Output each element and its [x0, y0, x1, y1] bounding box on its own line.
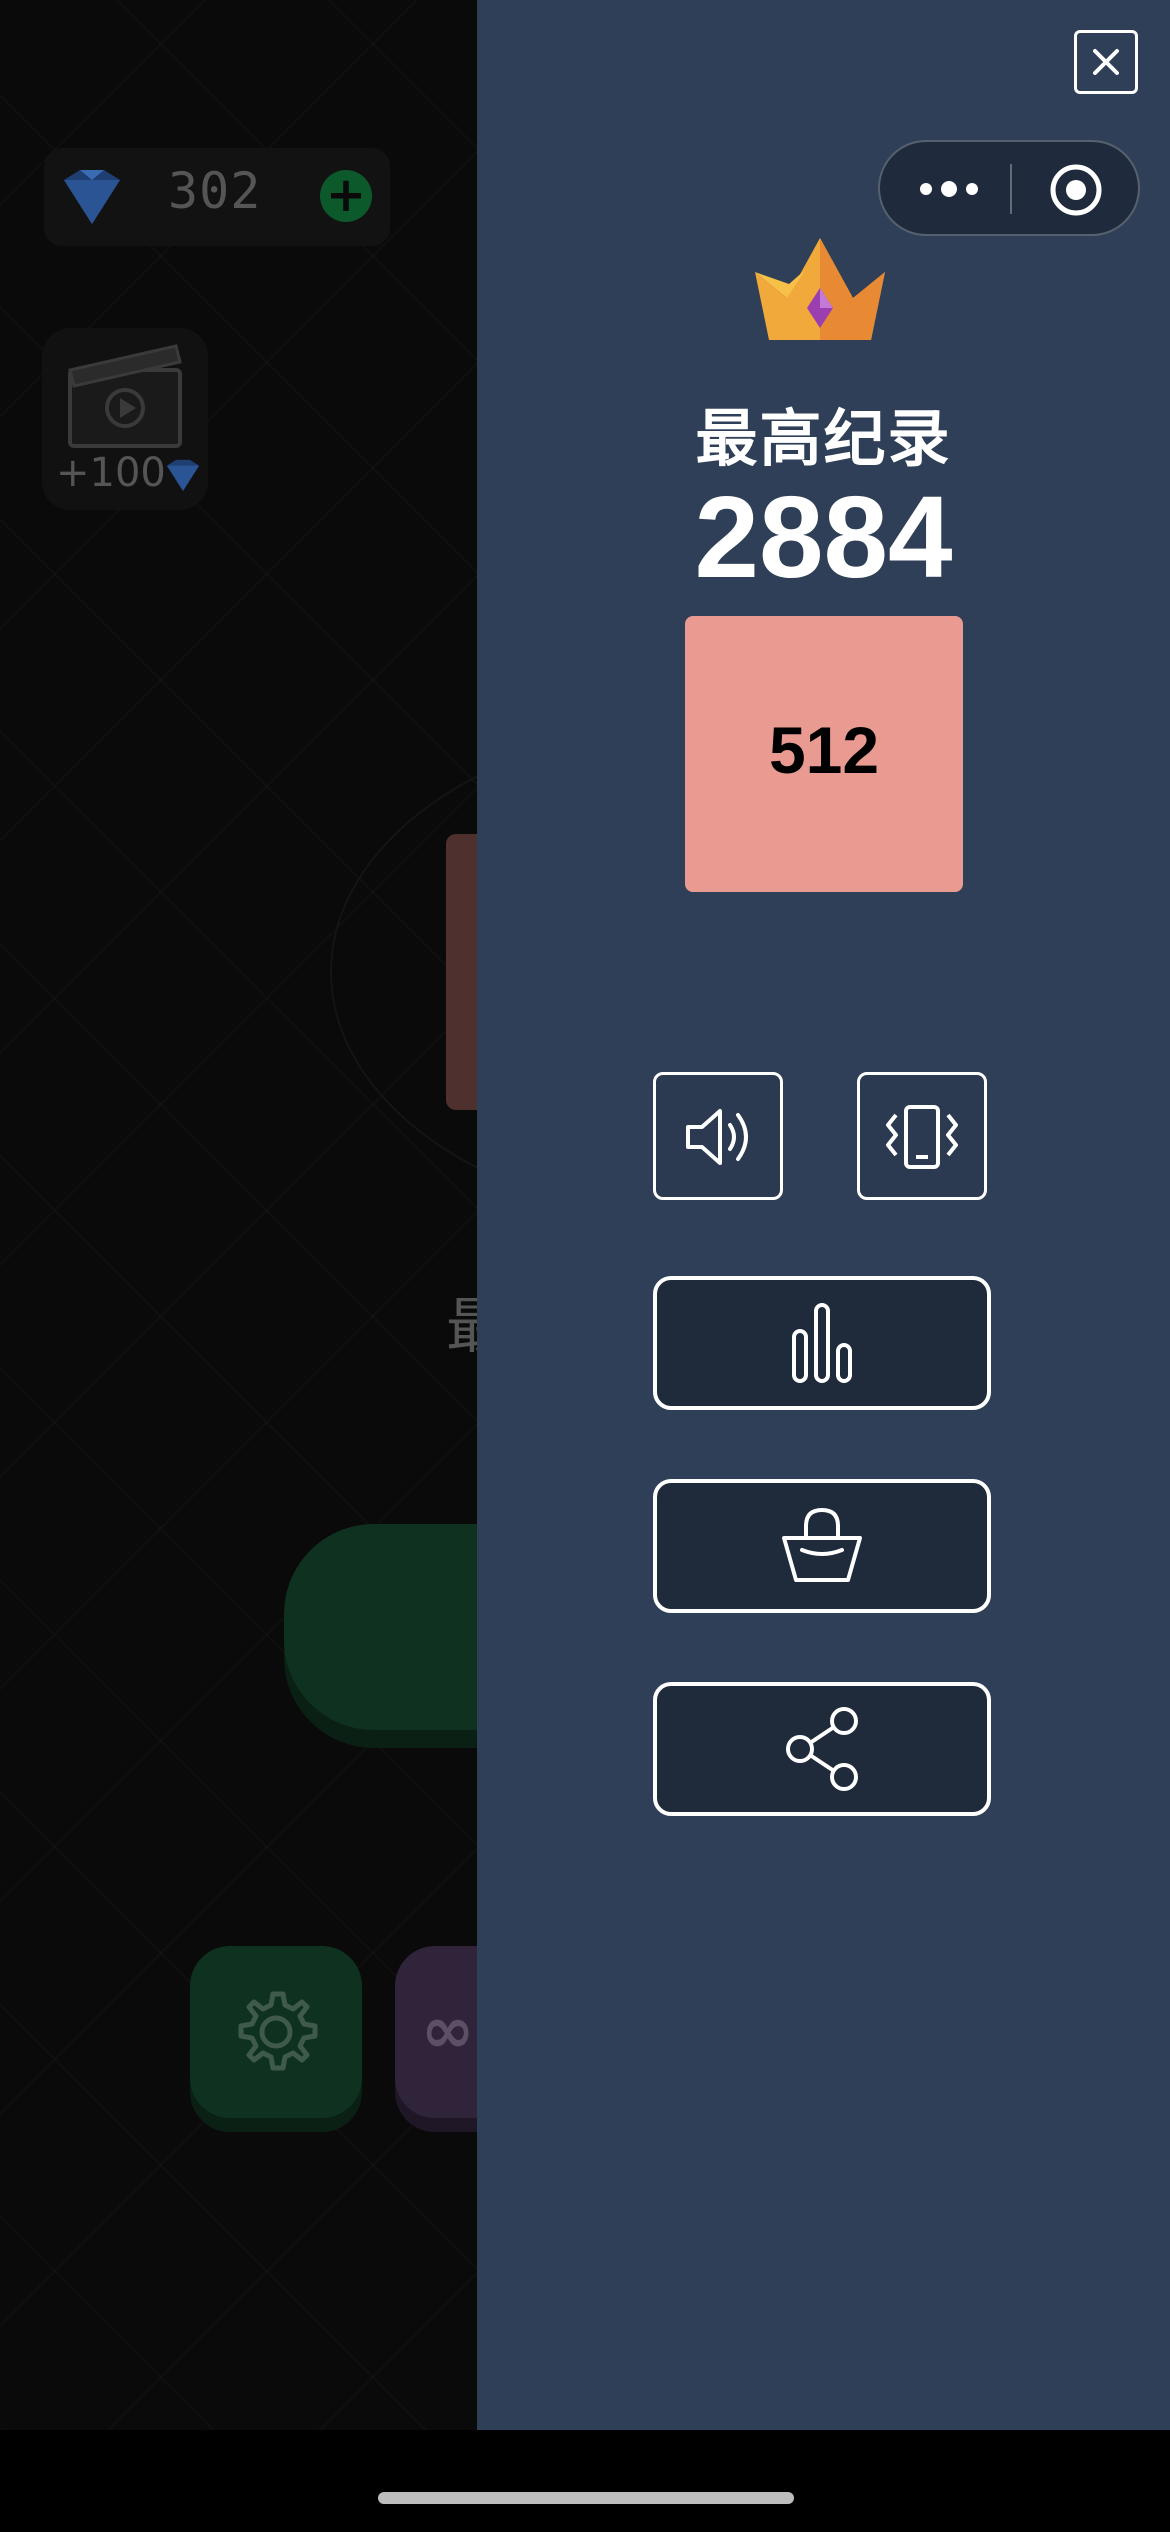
best-tile: 512: [685, 616, 963, 892]
infinity-icon: ∞: [421, 1994, 475, 2068]
leaderboard-button[interactable]: [653, 1276, 991, 1410]
sound-toggle-button[interactable]: [653, 1072, 783, 1200]
record-label: 最高纪录: [695, 402, 952, 475]
close-button[interactable]: [1074, 30, 1138, 94]
add-gems-button[interactable]: +: [320, 170, 372, 222]
side-panel: 最高纪录 2884 512: [477, 0, 1170, 2430]
gem-count: 302: [168, 162, 262, 220]
gem-icon: [64, 170, 120, 224]
record-score: 2884: [694, 472, 953, 602]
settings-button[interactable]: [190, 1946, 362, 2118]
share-icon: [786, 1707, 858, 1791]
shop-button[interactable]: [653, 1479, 991, 1613]
target-icon[interactable]: [1048, 162, 1104, 218]
crown-icon: [755, 238, 885, 340]
gem-icon: [166, 459, 200, 491]
bar-chart-icon: [792, 1303, 852, 1383]
capsule-divider: [1010, 164, 1012, 214]
share-button[interactable]: [653, 1682, 991, 1816]
best-tile-value: 512: [768, 713, 880, 787]
vibration-icon: [886, 1105, 958, 1169]
home-indicator[interactable]: [378, 2492, 794, 2504]
close-icon: [1093, 49, 1119, 75]
mini-program-capsule: [878, 140, 1140, 236]
gear-icon: [238, 1991, 318, 2071]
gem-counter: 302 +: [44, 148, 390, 246]
video-reward-amount: +100: [56, 450, 166, 496]
speaker-icon: [686, 1109, 748, 1165]
shopping-basket-icon: [782, 1507, 862, 1582]
watch-video-reward[interactable]: +100: [42, 328, 208, 510]
more-dots-icon[interactable]: [918, 174, 980, 204]
vibration-toggle-button[interactable]: [857, 1072, 987, 1200]
clapperboard-icon: [68, 344, 182, 448]
